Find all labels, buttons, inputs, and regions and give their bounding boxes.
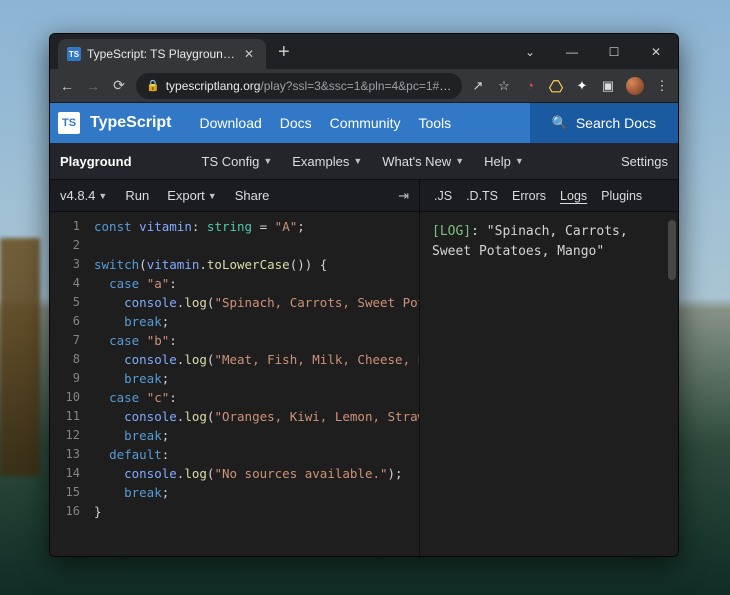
ts-favicon-icon: TS [67, 47, 81, 61]
share-icon[interactable]: ↗ [470, 78, 486, 94]
playground-menu-item[interactable]: Examples▼ [292, 154, 362, 169]
site-nav-item[interactable]: Community [330, 115, 401, 131]
drive-icon[interactable] [548, 78, 564, 94]
line-gutter: 12345678910111213141516 [50, 212, 88, 556]
code-line[interactable]: console.log("No sources available."); [94, 464, 413, 483]
reading-list-icon[interactable]: ▣ [600, 78, 616, 94]
lock-icon: 🔒 [146, 79, 160, 92]
tab-title: TypeScript: TS Playground - An o [87, 47, 235, 61]
menu-icon[interactable]: ⋮ [654, 78, 670, 94]
log-line: [LOG]: "Spinach, Carrots, Sweet Potatoes… [432, 222, 666, 262]
site-header: TS TypeScript Download Docs Community Tools… [50, 103, 678, 143]
code-line[interactable]: console.log("Spinach, Carrots, Sweet Pot… [94, 293, 413, 312]
search-docs-label: Search Docs [576, 115, 656, 131]
reload-icon[interactable]: ⟳ [110, 77, 128, 94]
run-button[interactable]: Run [125, 188, 149, 203]
code-line[interactable]: } [94, 502, 413, 521]
star-icon[interactable]: ☆ [496, 78, 512, 94]
playground-menu-item[interactable]: TS Config▼ [202, 154, 273, 169]
output-tab[interactable]: Logs [560, 189, 587, 203]
left-tools: v4.8.4▼ Run Export▼ Share ⇥ [50, 180, 420, 211]
site-nav-item[interactable]: Download [200, 115, 262, 131]
code-line[interactable]: break; [94, 426, 413, 445]
output-tab[interactable]: Plugins [601, 189, 642, 203]
code-area[interactable]: const vitamin: string = "A"; switch(vita… [88, 212, 419, 556]
share-button[interactable]: Share [235, 188, 270, 203]
code-line[interactable]: case "a": [94, 274, 413, 293]
site-nav: Download Docs Community Tools [200, 115, 452, 131]
back-icon[interactable]: ← [58, 78, 76, 94]
code-line[interactable]: const vitamin: string = "A"; [94, 217, 413, 236]
extension-row: ↗ ☆ ◔ ✦ ▣ ⋮ [470, 77, 670, 95]
close-tab-icon[interactable]: ✕ [241, 47, 257, 61]
window-controls: ⌄ — ☐ ✕ [516, 45, 678, 59]
search-icon: 🔍 [552, 115, 568, 131]
ts-logo-icon: TS [58, 112, 80, 134]
main-area: 12345678910111213141516 const vitamin: s… [50, 212, 678, 556]
browser-toolbar: ← → ⟳ 🔒 typescriptlang.org/play?ssl=3&ss… [50, 69, 678, 103]
code-line[interactable]: case "b": [94, 331, 413, 350]
code-line[interactable]: break; [94, 312, 413, 331]
site-nav-item[interactable]: Docs [280, 115, 312, 131]
minimize-button[interactable]: — [558, 45, 586, 59]
code-line[interactable]: case "c": [94, 388, 413, 407]
code-line[interactable] [94, 236, 413, 255]
output-tab[interactable]: .D.TS [466, 189, 498, 203]
forward-icon[interactable]: → [84, 78, 102, 94]
panel-toggle-icon[interactable]: ⇥ [398, 188, 409, 204]
code-line[interactable]: default: [94, 445, 413, 464]
scrollbar-thumb[interactable] [668, 220, 676, 280]
extensions-icon[interactable]: ✦ [574, 78, 590, 94]
version-selector[interactable]: v4.8.4▼ [60, 188, 107, 203]
url-text: typescriptlang.org/play?ssl=3&ssc=1&pln=… [166, 79, 452, 93]
playground-menu-item[interactable]: Help▼ [484, 154, 524, 169]
pocket-icon[interactable]: ◔ [522, 78, 538, 94]
code-editor[interactable]: 12345678910111213141516 const vitamin: s… [50, 212, 420, 556]
output-panel: [LOG]: "Spinach, Carrots, Sweet Potatoes… [420, 212, 678, 556]
output-tabs: .JS .D.TS Errors Logs Plugins [420, 180, 678, 211]
code-line[interactable]: console.log("Meat, Fish, Milk, Cheese, E… [94, 350, 413, 369]
site-nav-item[interactable]: Tools [418, 115, 451, 131]
tab-strip: TS TypeScript: TS Playground - An o ✕ + … [50, 34, 678, 69]
output-tab[interactable]: .JS [434, 189, 452, 203]
close-window-button[interactable]: ✕ [642, 45, 670, 59]
code-line[interactable]: break; [94, 483, 413, 502]
editor-toolbar-row: v4.8.4▼ Run Export▼ Share ⇥ .JS .D.TS Erro… [50, 179, 678, 212]
settings-link[interactable]: Settings [621, 154, 668, 169]
tab[interactable]: TS TypeScript: TS Playground - An o ✕ [58, 39, 266, 69]
code-line[interactable]: console.log("Oranges, Kiwi, Lemon, Straw… [94, 407, 413, 426]
maximize-button[interactable]: ☐ [600, 45, 628, 59]
chevron-down-icon[interactable]: ⌄ [516, 45, 544, 59]
address-bar[interactable]: 🔒 typescriptlang.org/play?ssl=3&ssc=1&pl… [136, 73, 462, 99]
playground-bar: Playground TS Config▼ Examples▼ What's New… [50, 143, 678, 179]
output-tab[interactable]: Errors [512, 189, 546, 203]
export-button[interactable]: Export▼ [167, 188, 217, 203]
avatar[interactable] [626, 77, 644, 95]
playground-title: Playground [60, 154, 132, 169]
code-line[interactable]: break; [94, 369, 413, 388]
site-name[interactable]: TypeScript [90, 114, 172, 132]
browser-window: TS TypeScript: TS Playground - An o ✕ + … [49, 33, 679, 557]
code-line[interactable]: switch(vitamin.toLowerCase()) { [94, 255, 413, 274]
search-docs[interactable]: 🔍 Search Docs [530, 103, 678, 143]
playground-menu-item[interactable]: What's New▼ [382, 154, 464, 169]
